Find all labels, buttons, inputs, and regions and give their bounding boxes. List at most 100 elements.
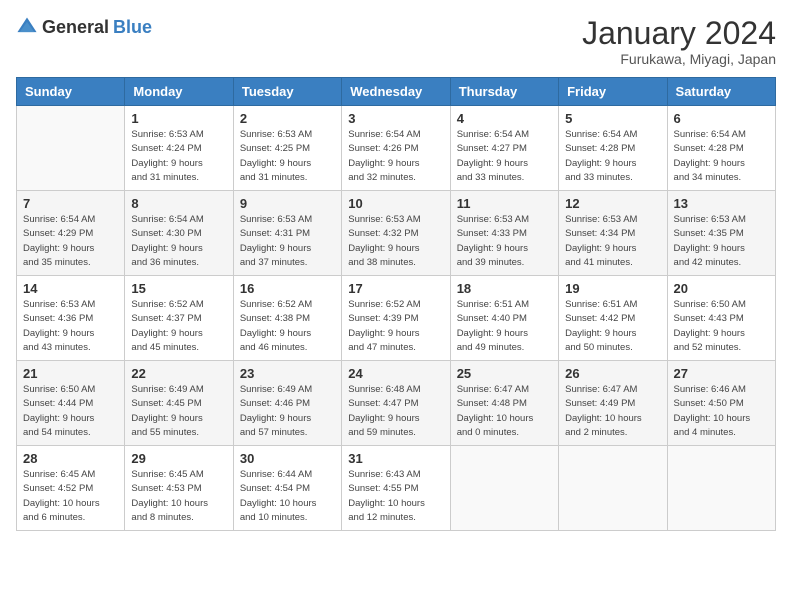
day-info: Sunrise: 6:54 AM Sunset: 4:28 PM Dayligh… — [674, 128, 769, 185]
day-info: Sunrise: 6:54 AM Sunset: 4:26 PM Dayligh… — [348, 128, 443, 185]
table-row: 8 Sunrise: 6:54 AM Sunset: 4:30 PM Daylig… — [125, 191, 233, 276]
page-header: GeneralBlue January 2024 Furukawa, Miyag… — [16, 16, 776, 67]
day-number: 12 — [565, 196, 660, 211]
table-row: 22 Sunrise: 6:49 AM Sunset: 4:45 PM Dayli… — [125, 361, 233, 446]
day-info: Sunrise: 6:52 AM Sunset: 4:37 PM Dayligh… — [131, 298, 226, 355]
day-info: Sunrise: 6:53 AM Sunset: 4:36 PM Dayligh… — [23, 298, 118, 355]
day-number: 24 — [348, 366, 443, 381]
day-info: Sunrise: 6:44 AM Sunset: 4:54 PM Dayligh… — [240, 468, 335, 525]
day-number: 21 — [23, 366, 118, 381]
day-number: 14 — [23, 281, 118, 296]
table-row: 13 Sunrise: 6:53 AM Sunset: 4:35 PM Dayli… — [667, 191, 775, 276]
calendar-title: January 2024 — [582, 16, 776, 51]
col-saturday: Saturday — [667, 78, 775, 106]
table-row: 30 Sunrise: 6:44 AM Sunset: 4:54 PM Dayli… — [233, 446, 341, 531]
table-row: 23Sunrise: 6:49 AM Sunset: 4:46 PM Dayli… — [233, 361, 341, 446]
table-row: 21 Sunrise: 6:50 AM Sunset: 4:44 PM Dayli… — [17, 361, 125, 446]
day-info: Sunrise: 6:53 AM Sunset: 4:24 PM Dayligh… — [131, 128, 226, 185]
table-row: 4Sunrise: 6:54 AM Sunset: 4:27 PM Daylig… — [450, 106, 558, 191]
day-info: Sunrise: 6:51 AM Sunset: 4:40 PM Dayligh… — [457, 298, 552, 355]
day-number: 5 — [565, 111, 660, 126]
day-info: Sunrise: 6:54 AM Sunset: 4:28 PM Dayligh… — [565, 128, 660, 185]
table-row: 24Sunrise: 6:48 AM Sunset: 4:47 PM Dayli… — [342, 361, 450, 446]
day-info: Sunrise: 6:51 AM Sunset: 4:42 PM Dayligh… — [565, 298, 660, 355]
logo-blue-text: Blue — [113, 17, 152, 38]
table-row: 27 Sunrise: 6:46 AM Sunset: 4:50 PM Dayli… — [667, 361, 775, 446]
table-row: 14 Sunrise: 6:53 AM Sunset: 4:36 PM Dayli… — [17, 276, 125, 361]
day-number: 30 — [240, 451, 335, 466]
day-info: Sunrise: 6:54 AM Sunset: 4:27 PM Dayligh… — [457, 128, 552, 185]
day-number: 19 — [565, 281, 660, 296]
day-number: 27 — [674, 366, 769, 381]
day-number: 16 — [240, 281, 335, 296]
day-number: 8 — [131, 196, 226, 211]
day-number: 31 — [348, 451, 443, 466]
table-row — [17, 106, 125, 191]
day-info: Sunrise: 6:53 AM Sunset: 4:33 PM Dayligh… — [457, 213, 552, 270]
day-number: 26 — [565, 366, 660, 381]
day-info: Sunrise: 6:43 AM Sunset: 4:55 PM Dayligh… — [348, 468, 443, 525]
day-number: 11 — [457, 196, 552, 211]
col-sunday: Sunday — [17, 78, 125, 106]
day-number: 22 — [131, 366, 226, 381]
table-row: 1 Sunrise: 6:53 AM Sunset: 4:24 PM Daylig… — [125, 106, 233, 191]
table-row — [667, 446, 775, 531]
day-info: Sunrise: 6:53 AM Sunset: 4:32 PM Dayligh… — [348, 213, 443, 270]
day-info: Sunrise: 6:49 AM Sunset: 4:45 PM Dayligh… — [131, 383, 226, 440]
day-number: 20 — [674, 281, 769, 296]
table-row: 5 Sunrise: 6:54 AM Sunset: 4:28 PM Daylig… — [559, 106, 667, 191]
table-row: 29Sunrise: 6:45 AM Sunset: 4:53 PM Dayli… — [125, 446, 233, 531]
day-number: 17 — [348, 281, 443, 296]
table-row: 17 Sunrise: 6:52 AM Sunset: 4:39 PM Dayli… — [342, 276, 450, 361]
table-row: 19 Sunrise: 6:51 AM Sunset: 4:42 PM Dayli… — [559, 276, 667, 361]
table-row: 10Sunrise: 6:53 AM Sunset: 4:32 PM Dayli… — [342, 191, 450, 276]
day-number: 2 — [240, 111, 335, 126]
calendar-week-2: 7Sunrise: 6:54 AM Sunset: 4:29 PM Daylig… — [17, 191, 776, 276]
day-info: Sunrise: 6:54 AM Sunset: 4:29 PM Dayligh… — [23, 213, 118, 270]
logo-general-text: General — [42, 17, 109, 38]
table-row: 11 Sunrise: 6:53 AM Sunset: 4:33 PM Dayli… — [450, 191, 558, 276]
day-info: Sunrise: 6:53 AM Sunset: 4:31 PM Dayligh… — [240, 213, 335, 270]
day-info: Sunrise: 6:54 AM Sunset: 4:30 PM Dayligh… — [131, 213, 226, 270]
day-info: Sunrise: 6:53 AM Sunset: 4:25 PM Dayligh… — [240, 128, 335, 185]
day-info: Sunrise: 6:47 AM Sunset: 4:48 PM Dayligh… — [457, 383, 552, 440]
day-info: Sunrise: 6:53 AM Sunset: 4:35 PM Dayligh… — [674, 213, 769, 270]
col-tuesday: Tuesday — [233, 78, 341, 106]
day-number: 18 — [457, 281, 552, 296]
day-info: Sunrise: 6:50 AM Sunset: 4:44 PM Dayligh… — [23, 383, 118, 440]
calendar-week-4: 21 Sunrise: 6:50 AM Sunset: 4:44 PM Dayli… — [17, 361, 776, 446]
title-block: January 2024 Furukawa, Miyagi, Japan — [582, 16, 776, 67]
day-number: 13 — [674, 196, 769, 211]
calendar-table: Sunday Monday Tuesday Wednesday Thursday… — [16, 77, 776, 531]
calendar-header-row: Sunday Monday Tuesday Wednesday Thursday… — [17, 78, 776, 106]
table-row: 12 Sunrise: 6:53 AM Sunset: 4:34 PM Dayli… — [559, 191, 667, 276]
day-info: Sunrise: 6:52 AM Sunset: 4:39 PM Dayligh… — [348, 298, 443, 355]
day-number: 15 — [131, 281, 226, 296]
day-number: 1 — [131, 111, 226, 126]
day-info: Sunrise: 6:50 AM Sunset: 4:43 PM Dayligh… — [674, 298, 769, 355]
day-number: 29 — [131, 451, 226, 466]
calendar-subtitle: Furukawa, Miyagi, Japan — [582, 51, 776, 67]
table-row: 16Sunrise: 6:52 AM Sunset: 4:38 PM Dayli… — [233, 276, 341, 361]
table-row — [450, 446, 558, 531]
table-row: 15 Sunrise: 6:52 AM Sunset: 4:37 PM Dayli… — [125, 276, 233, 361]
generalblue-logo-icon — [16, 16, 38, 38]
table-row: 25 Sunrise: 6:47 AM Sunset: 4:48 PM Dayli… — [450, 361, 558, 446]
table-row: 26Sunrise: 6:47 AM Sunset: 4:49 PM Dayli… — [559, 361, 667, 446]
table-row: 31 Sunrise: 6:43 AM Sunset: 4:55 PM Dayli… — [342, 446, 450, 531]
day-info: Sunrise: 6:53 AM Sunset: 4:34 PM Dayligh… — [565, 213, 660, 270]
calendar-week-5: 28Sunrise: 6:45 AM Sunset: 4:52 PM Dayli… — [17, 446, 776, 531]
table-row: 7Sunrise: 6:54 AM Sunset: 4:29 PM Daylig… — [17, 191, 125, 276]
day-number: 25 — [457, 366, 552, 381]
table-row: 18 Sunrise: 6:51 AM Sunset: 4:40 PM Dayli… — [450, 276, 558, 361]
day-number: 28 — [23, 451, 118, 466]
table-row: 2 Sunrise: 6:53 AM Sunset: 4:25 PM Daylig… — [233, 106, 341, 191]
day-number: 6 — [674, 111, 769, 126]
table-row: 6 Sunrise: 6:54 AM Sunset: 4:28 PM Daylig… — [667, 106, 775, 191]
day-number: 9 — [240, 196, 335, 211]
table-row: 9 Sunrise: 6:53 AM Sunset: 4:31 PM Daylig… — [233, 191, 341, 276]
table-row: 28Sunrise: 6:45 AM Sunset: 4:52 PM Dayli… — [17, 446, 125, 531]
col-friday: Friday — [559, 78, 667, 106]
calendar-week-3: 14 Sunrise: 6:53 AM Sunset: 4:36 PM Dayli… — [17, 276, 776, 361]
day-info: Sunrise: 6:46 AM Sunset: 4:50 PM Dayligh… — [674, 383, 769, 440]
